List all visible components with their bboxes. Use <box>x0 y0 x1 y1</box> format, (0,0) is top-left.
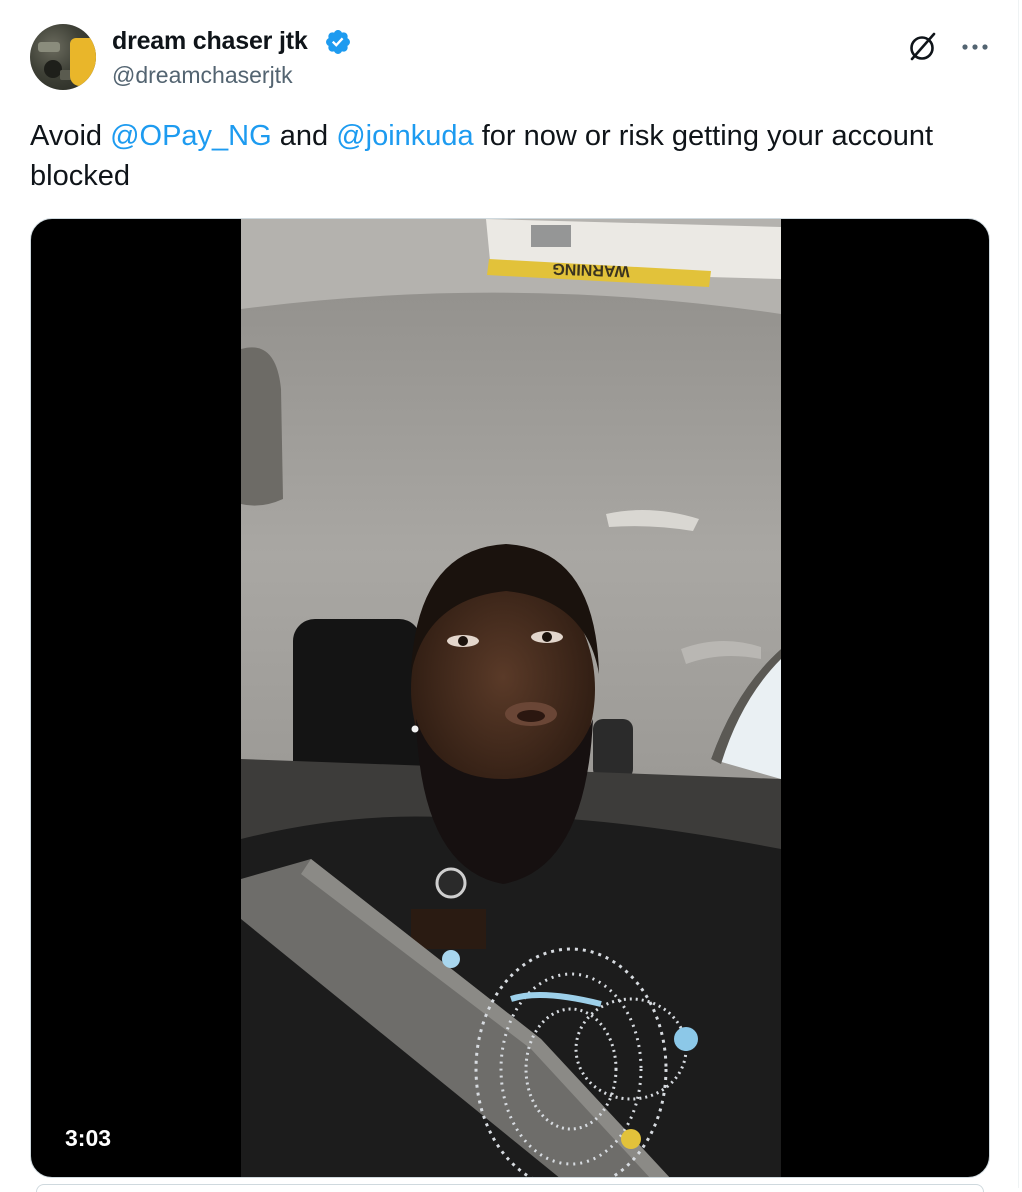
video-thumbnail: WARNING <box>241 219 781 1177</box>
avatar-detail <box>38 42 60 52</box>
tweet-text-middle: and <box>271 120 337 152</box>
page-divider <box>1018 0 1019 1188</box>
video-duration: 3:03 <box>65 1125 112 1151</box>
avatar[interactable] <box>30 24 96 90</box>
mention-link-kuda[interactable]: @joinkuda <box>336 120 473 152</box>
tweet-card[interactable]: dream chaser jtk @dreamchaserjtk Avoid @… <box>0 0 1018 1192</box>
tweet-text-prefix: Avoid <box>30 120 111 152</box>
video-player[interactable]: WARNING 3:03 <box>30 218 990 1178</box>
avatar-detail <box>70 38 96 86</box>
verified-check-icon <box>326 30 350 54</box>
author-handle[interactable]: @dreamchaserjtk <box>112 62 293 89</box>
next-card-edge <box>36 1184 984 1192</box>
sun-visor-warning-label: WARNING <box>552 260 630 280</box>
mention-link-opay[interactable]: @OPay_NG <box>110 120 272 152</box>
grok-icon[interactable] <box>906 30 940 64</box>
author-display-name[interactable]: dream chaser jtk <box>112 27 308 56</box>
more-options-icon[interactable] <box>960 35 990 57</box>
tweet-text: Avoid @OPay_NG and @joinkuda for now or … <box>30 116 990 196</box>
